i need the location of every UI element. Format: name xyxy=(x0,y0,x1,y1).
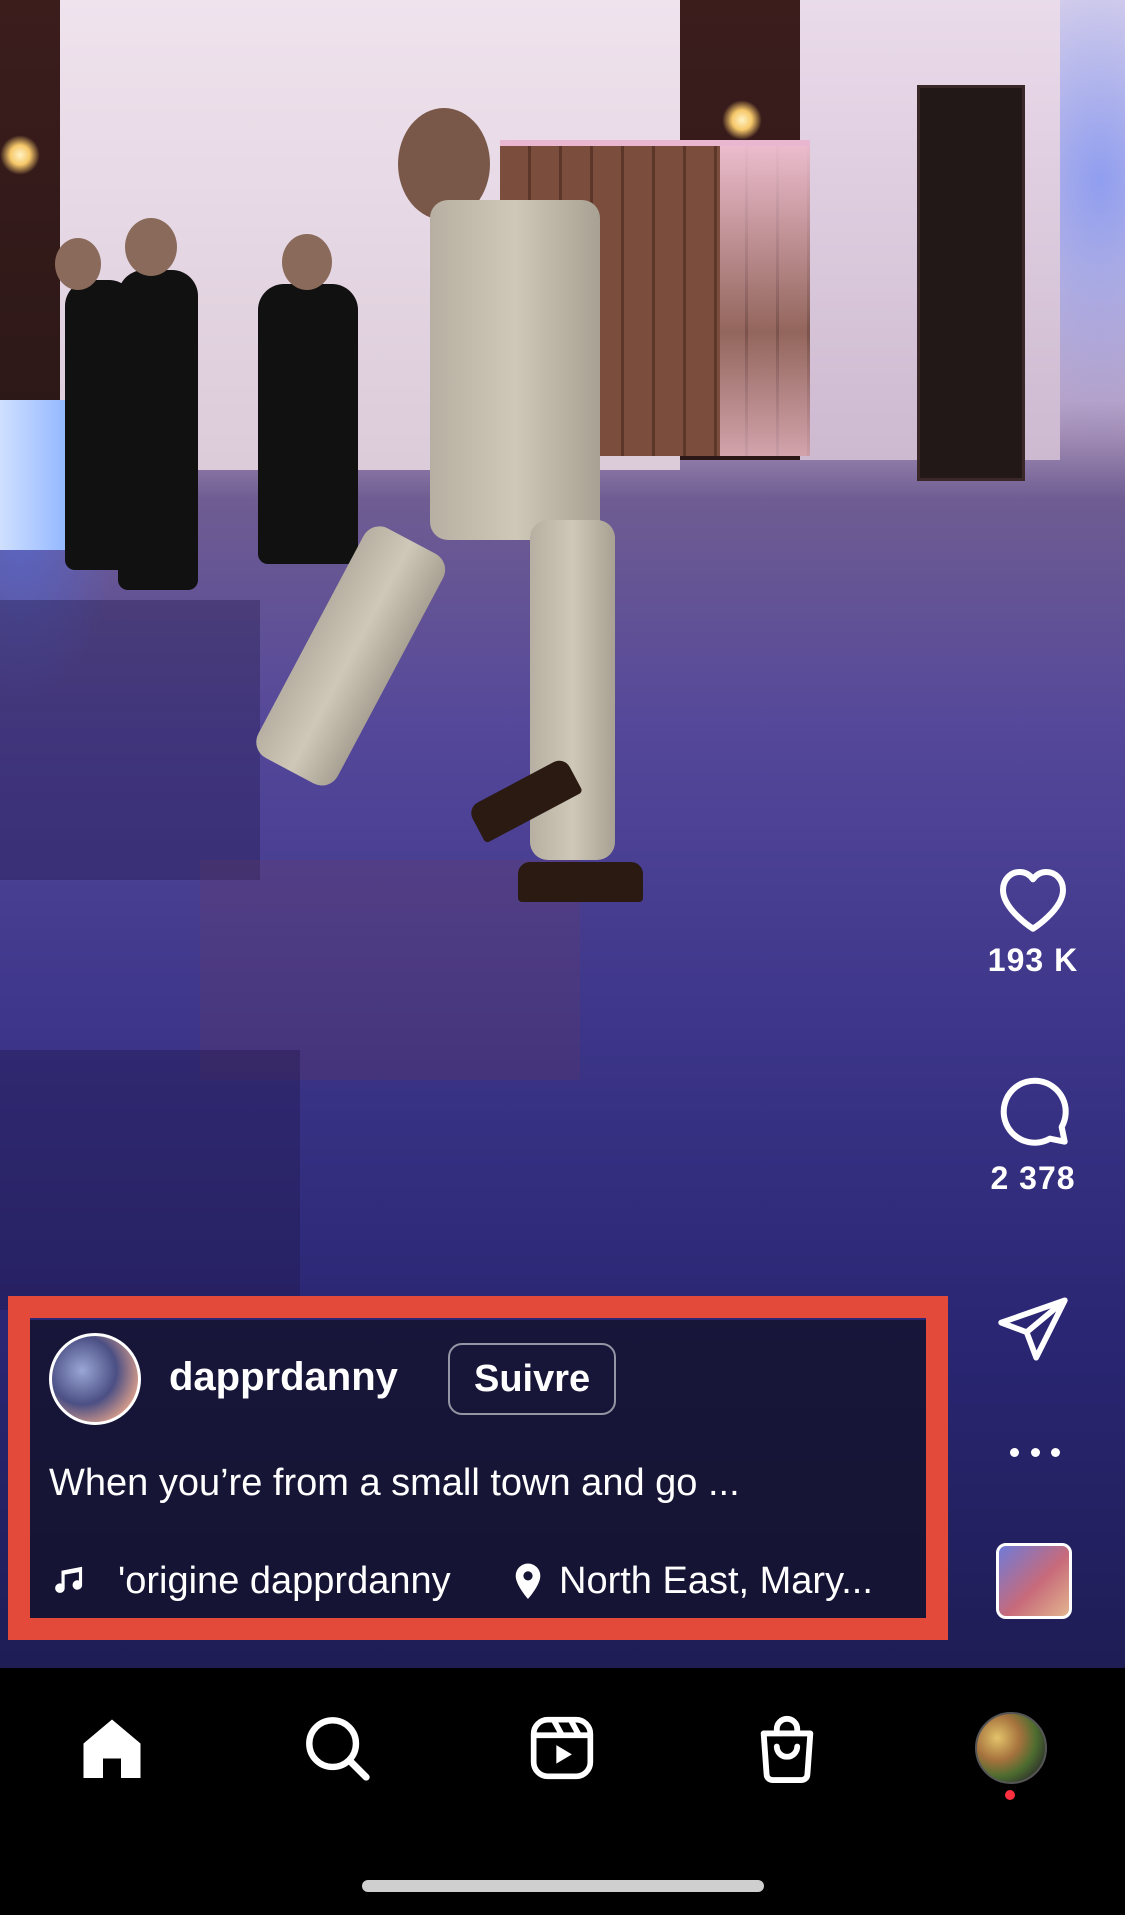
profile-icon xyxy=(975,1712,1047,1784)
floor-tile xyxy=(0,600,260,880)
guest-head xyxy=(55,238,101,290)
guest-head xyxy=(282,234,332,290)
guest-head xyxy=(125,218,177,276)
audio-thumbnail[interactable] xyxy=(996,1543,1072,1619)
send-icon xyxy=(998,1297,1068,1361)
location-label[interactable]: North East, Mary... xyxy=(559,1560,873,1603)
music-note-icon xyxy=(55,1566,83,1593)
more-button[interactable] xyxy=(1010,1448,1060,1457)
comment-count: 2 378 xyxy=(990,1160,1076,1196)
like-button[interactable]: 193 K xyxy=(985,862,1081,979)
more-icon xyxy=(1051,1448,1060,1457)
door xyxy=(917,85,1025,481)
guest xyxy=(258,284,358,564)
username[interactable]: dapprdanny xyxy=(169,1355,398,1400)
share-button[interactable] xyxy=(985,1294,1081,1364)
caption[interactable]: When you’re from a small town and go ... xyxy=(49,1462,740,1505)
like-count: 193 K xyxy=(987,942,1079,978)
nav-home[interactable] xyxy=(72,1708,152,1788)
background-pillar xyxy=(0,0,60,460)
dancer-jacket xyxy=(430,200,600,540)
shop-icon xyxy=(760,1715,814,1783)
bottom-nav xyxy=(0,1668,1125,1915)
wall-lamp xyxy=(0,135,40,175)
comment-button[interactable]: 2 378 xyxy=(985,1070,1081,1197)
nav-profile[interactable] xyxy=(971,1708,1051,1788)
search-icon xyxy=(306,1717,370,1781)
floor-tile xyxy=(0,1050,300,1310)
more-icon xyxy=(1030,1448,1040,1457)
comment-icon xyxy=(1000,1077,1069,1146)
location-pin-icon xyxy=(515,1563,541,1599)
nav-search[interactable] xyxy=(297,1708,377,1788)
nav-shop[interactable] xyxy=(747,1708,827,1788)
audio-label[interactable]: 'origine dapprdanny xyxy=(118,1560,463,1603)
home-indicator xyxy=(362,1880,764,1892)
avatar[interactable] xyxy=(49,1333,141,1425)
home-icon xyxy=(83,1719,141,1778)
nav-reels[interactable] xyxy=(522,1708,602,1788)
notification-dot xyxy=(1005,1790,1015,1800)
more-icon xyxy=(1010,1448,1019,1457)
wall-lamp xyxy=(722,100,762,140)
follow-button[interactable]: Suivre xyxy=(448,1343,617,1415)
heart-icon xyxy=(1000,869,1066,932)
dancer-shoe xyxy=(518,862,643,902)
reels-icon xyxy=(530,1716,594,1780)
guest xyxy=(118,270,198,590)
